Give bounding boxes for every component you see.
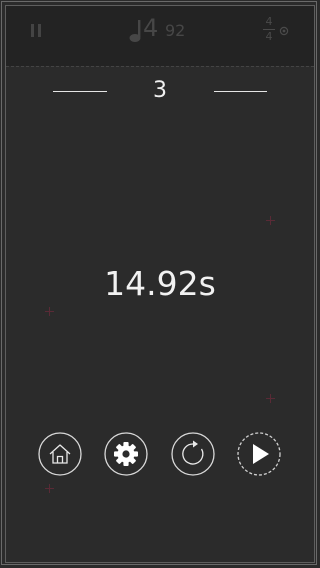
time-signature-bottom: 4 — [265, 30, 273, 43]
hud-divider — [6, 66, 314, 67]
play-icon — [237, 432, 281, 476]
sparkle-icon — [45, 307, 54, 316]
time-signature: 4 4 — [263, 16, 275, 43]
settings-button[interactable] — [104, 432, 148, 476]
time-signature-top: 4 — [265, 15, 273, 28]
home-button[interactable] — [38, 432, 82, 476]
level-number: 3 — [153, 78, 167, 103]
restart-button[interactable] — [171, 432, 215, 476]
level-line-right — [214, 91, 267, 92]
restart-icon — [171, 432, 215, 476]
sparkle-icon — [266, 394, 275, 403]
pause-bar-left — [31, 24, 34, 37]
result-time: 14.92s — [104, 264, 216, 303]
gear-icon — [104, 432, 148, 476]
pause-bar-right — [38, 24, 41, 37]
metronome-dot-icon — [279, 26, 289, 36]
music-note-icon — [129, 20, 141, 42]
home-icon — [38, 432, 82, 476]
hud-tempo-integer: 4 — [143, 14, 159, 42]
pause-icon[interactable] — [31, 24, 43, 38]
level-line-left — [53, 91, 107, 92]
play-button[interactable] — [237, 432, 281, 476]
game-screen: 4 92 4 4 3 14.92s — [0, 0, 320, 568]
sparkle-icon — [45, 484, 54, 493]
hud-tempo-decimal: 92 — [165, 21, 186, 40]
sparkle-icon — [266, 216, 275, 225]
